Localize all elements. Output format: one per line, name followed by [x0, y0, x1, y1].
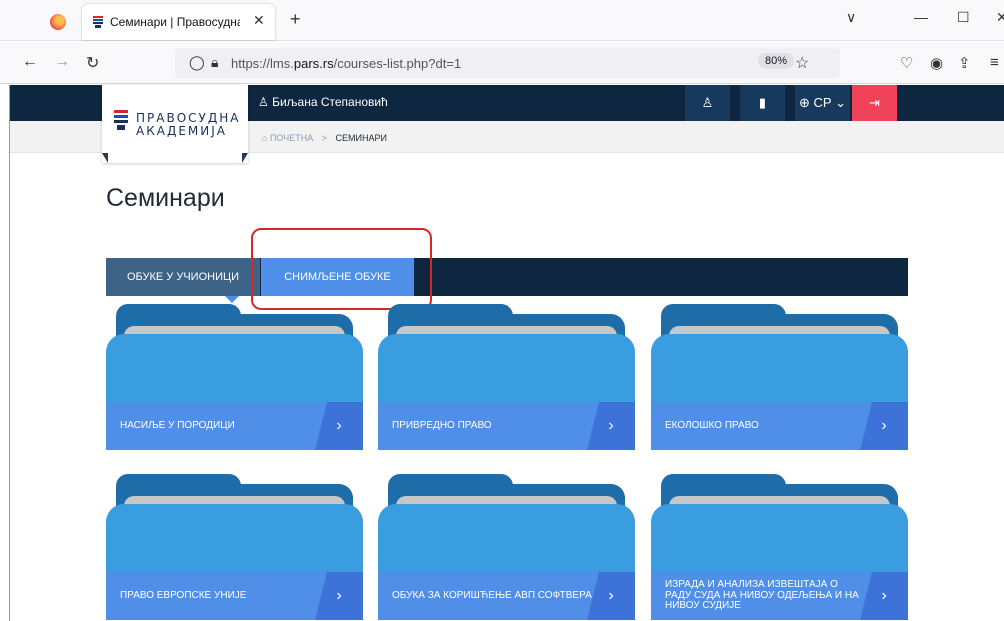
- home-icon[interactable]: ⌂: [262, 133, 267, 143]
- close-window-button[interactable]: ✕: [996, 9, 1004, 26]
- chevron-right-icon[interactable]: ›: [860, 572, 908, 620]
- profile-icon[interactable]: ♙: [685, 85, 730, 121]
- close-tab-icon[interactable]: ✕: [253, 12, 265, 29]
- extensions-icon[interactable]: ⇪: [958, 54, 971, 72]
- browser-toolbar: ← → ↻ ◯ 🔒︎ https://lms.pars.rs/courses-l…: [0, 42, 1004, 84]
- course-card[interactable]: НАСИЉЕ У ПОРОДИЦИ ›: [106, 304, 363, 450]
- course-card-label: ОБУКА ЗА КОРИШЋЕЊЕ АВП СОФТВЕРА: [392, 589, 592, 601]
- page-title: Семинари: [106, 184, 225, 212]
- course-card-label: НАСИЉЕ У ПОРОДИЦИ: [120, 419, 235, 431]
- chevron-right-icon[interactable]: ›: [315, 402, 363, 450]
- tracking-shield-icon[interactable]: ◯: [189, 54, 205, 71]
- course-card[interactable]: ПРИВРЕДНО ПРАВО ›: [378, 304, 635, 450]
- reload-icon[interactable]: ↻: [86, 53, 99, 73]
- page-left-border: [9, 85, 10, 621]
- course-tabs: ОБУКЕ У УЧИОНИЦИ СНИМЉЕНЕ ОБУКЕ: [106, 258, 908, 296]
- account-icon[interactable]: ◉: [930, 54, 943, 72]
- highlight-annotation: [251, 228, 432, 310]
- language-selector[interactable]: ⊕ СР ⌄: [795, 85, 850, 121]
- firefox-logo-icon[interactable]: [50, 14, 66, 30]
- url-bar[interactable]: ◯ 🔒︎ https://lms.pars.rs/courses-list.ph…: [175, 48, 840, 78]
- bookmark-star-icon[interactable]: ☆: [795, 53, 809, 73]
- tab-title: Семинари | Правосудна Академ: [110, 15, 240, 29]
- course-card[interactable]: ИЗРАДА И АНАЛИЗА ИЗВЕШТАЈА О РАДУ СУДА Н…: [651, 474, 908, 620]
- browser-tab-bar: Семинари | Правосудна Академ ✕ + ∨ — ☐ ✕: [0, 0, 1004, 41]
- zoom-level-badge[interactable]: 80%: [758, 53, 795, 69]
- breadcrumb-home[interactable]: ПОЧЕТНА: [270, 133, 313, 143]
- user-profile-link[interactable]: ♙ Биљана Степановић: [258, 95, 388, 109]
- minimize-button[interactable]: —: [914, 9, 928, 25]
- new-tab-button[interactable]: +: [290, 9, 301, 30]
- forward-arrow-icon[interactable]: →: [54, 53, 70, 71]
- breadcrumb-current: СЕМИНАРИ: [335, 133, 387, 143]
- active-tab-caret: [225, 296, 239, 303]
- breadcrumb: ⌂ ПОЧЕТНА > СЕМИНАРИ: [262, 133, 387, 143]
- course-card-label: ПРАВО ЕВРОПСКЕ УНИЈЕ: [120, 589, 247, 601]
- logout-icon[interactable]: ⇥: [852, 85, 897, 121]
- logo-ribbon-right: [242, 153, 248, 163]
- site-favicon-icon: [93, 16, 103, 28]
- site-logo[interactable]: ПРАВОСУДНА АКАДЕМИЈА: [102, 85, 248, 163]
- course-card-label: ПРИВРЕДНО ПРАВО: [392, 419, 492, 431]
- course-card[interactable]: ОБУКА ЗА КОРИШЋЕЊЕ АВП СОФТВЕРА ›: [378, 474, 635, 620]
- chevron-right-icon[interactable]: ›: [315, 572, 363, 620]
- course-card-label: ИЗРАДА И АНАЛИЗА ИЗВЕШТАЈА О РАДУ СУДА Н…: [665, 579, 859, 612]
- maximize-button[interactable]: ☐: [957, 9, 970, 26]
- logo-line-2: АКАДЕМИЈА: [136, 124, 227, 138]
- course-card[interactable]: ЕКОЛОШКО ПРАВО ›: [651, 304, 908, 450]
- academy-emblem-icon: [114, 110, 128, 130]
- browser-tab[interactable]: Семинари | Правосудна Академ ✕: [82, 4, 275, 40]
- chevron-right-icon[interactable]: ›: [587, 572, 635, 620]
- bookmark-icon[interactable]: ▮: [740, 85, 785, 121]
- lock-icon[interactable]: 🔒︎: [211, 54, 218, 71]
- chevron-right-icon[interactable]: ›: [587, 402, 635, 450]
- course-card-label: ЕКОЛОШКО ПРАВО: [665, 419, 759, 431]
- url-text[interactable]: https://lms.pars.rs/courses-list.php?dt=…: [231, 56, 461, 71]
- breadcrumb-separator: >: [321, 133, 328, 143]
- back-arrow-icon[interactable]: ←: [22, 53, 38, 71]
- pocket-icon[interactable]: ♡: [900, 54, 913, 72]
- logo-line-1: ПРАВОСУДНА: [136, 111, 241, 125]
- course-card[interactable]: ПРАВО ЕВРОПСКЕ УНИЈЕ ›: [106, 474, 363, 620]
- logo-ribbon-left: [102, 153, 108, 163]
- menu-icon[interactable]: ≡: [990, 54, 999, 71]
- tab-list-button[interactable]: ∨: [846, 9, 856, 26]
- tab-classroom-trainings[interactable]: ОБУКЕ У УЧИОНИЦИ: [106, 258, 260, 296]
- chevron-right-icon[interactable]: ›: [860, 402, 908, 450]
